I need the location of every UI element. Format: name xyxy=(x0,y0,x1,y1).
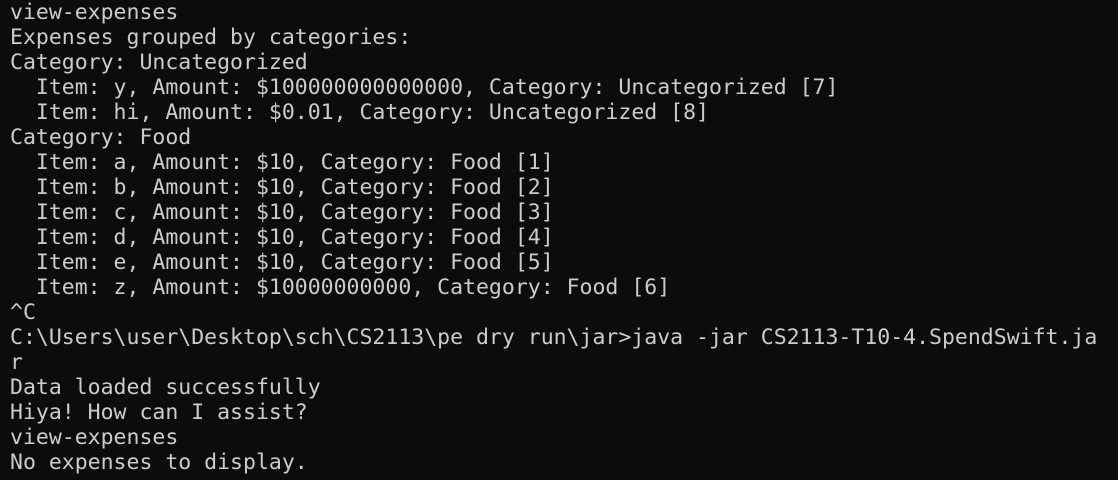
expense-item-line: Item: y, Amount: $100000000000000, Categ… xyxy=(10,75,839,100)
command-line: view-expenses xyxy=(10,425,179,450)
expense-item-line: Item: a, Amount: $10, Category: Food [1] xyxy=(10,150,554,175)
expense-item-line: Item: c, Amount: $10, Category: Food [3] xyxy=(10,200,554,225)
expense-item-line: Item: b, Amount: $10, Category: Food [2] xyxy=(10,175,554,200)
category-header: Category: Food xyxy=(10,125,192,150)
expense-item-line: Item: hi, Amount: $0.01, Category: Uncat… xyxy=(10,100,709,125)
command-line: view-expenses xyxy=(10,0,179,25)
terminal-window[interactable]: view-expenses Expenses grouped by catego… xyxy=(0,0,1118,480)
expense-item-line: Item: d, Amount: $10, Category: Food [4] xyxy=(10,225,554,250)
expense-item-line: Item: z, Amount: $10000000000, Category:… xyxy=(10,275,671,300)
prompt-command-line: C:\Users\user\Desktop\sch\CS2113\pe dry … xyxy=(10,325,1098,350)
output-line: Expenses grouped by categories: xyxy=(10,25,412,50)
input-line[interactable] xyxy=(10,475,1108,480)
output-line: No expenses to display. xyxy=(10,450,308,475)
category-header: Category: Uncategorized xyxy=(10,50,308,75)
expense-item-line: Item: e, Amount: $10, Category: Food [5] xyxy=(10,250,554,275)
interrupt-line: ^C xyxy=(10,300,36,325)
wrapped-command-line: r xyxy=(10,350,23,375)
output-line: Hiya! How can I assist? xyxy=(10,400,308,425)
output-line: Data loaded successfully xyxy=(10,375,321,400)
